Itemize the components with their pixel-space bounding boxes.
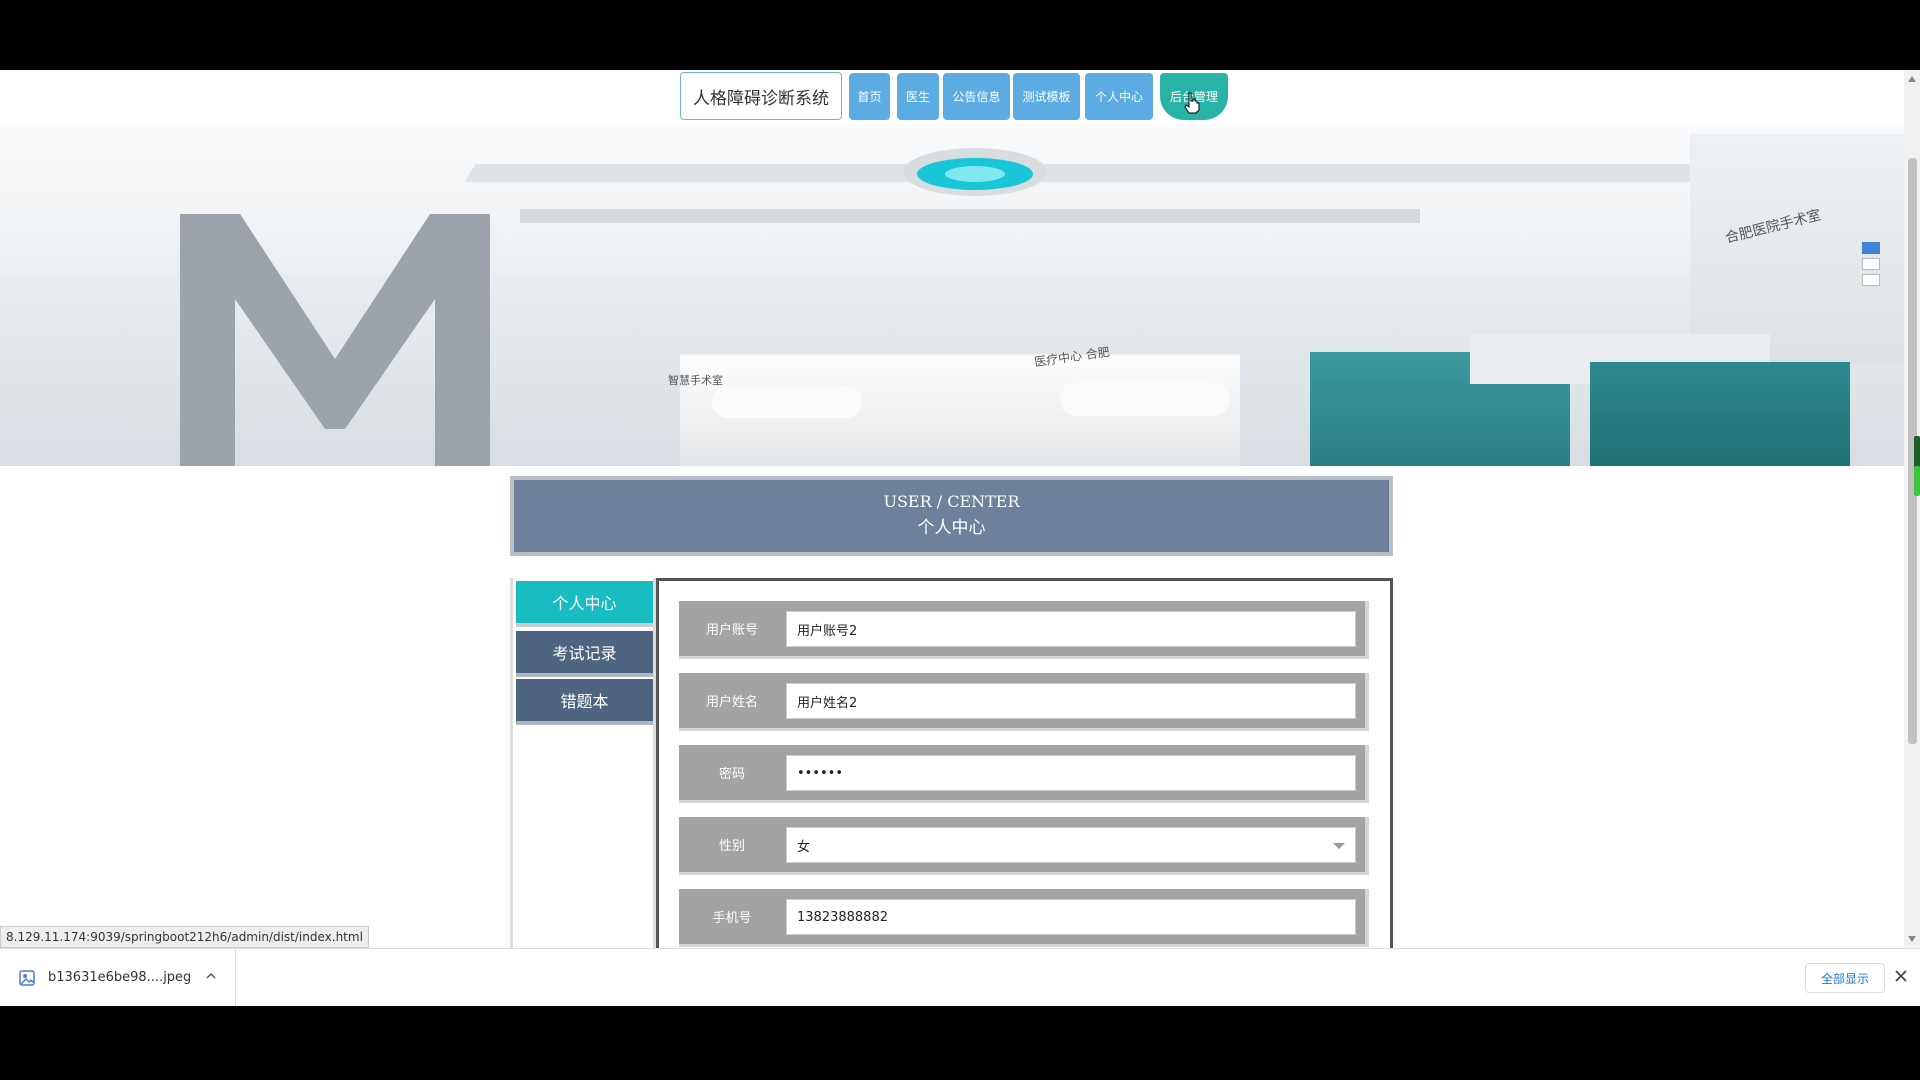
account-input[interactable]: 用户账号2 <box>786 611 1356 647</box>
password-label: 密码 <box>718 767 745 782</box>
form-row-account: 用户账号 用户账号2 <box>679 601 1369 659</box>
show-all-downloads-button[interactable]: 全部显示 <box>1805 963 1885 993</box>
close-icon[interactable] <box>1894 969 1908 983</box>
surgical-lamp-icon <box>903 148 1047 196</box>
nav-doctor[interactable]: 医生 <box>897 73 939 120</box>
side-menu: 个人中心 考试记录 错题本 <box>510 578 656 1006</box>
downloads-bar: b13631e6be98....jpeg 全部显示 <box>0 948 1920 1006</box>
gender-label: 性别 <box>718 839 745 854</box>
hero-cabinet <box>1590 362 1850 466</box>
user-center-header: USER / CENTER 个人中心 <box>510 476 1393 556</box>
hand-cursor-icon <box>1184 92 1200 114</box>
side-item-wrong-questions[interactable]: 错题本 <box>516 679 653 725</box>
scrollbar-marker-highlight <box>1914 466 1920 496</box>
vertical-scrollbar[interactable] <box>1904 70 1920 948</box>
form-row-password: 密码 •••••• <box>679 745 1369 803</box>
download-item[interactable]: b13631e6be98....jpeg <box>0 949 236 1006</box>
hero-pillow <box>1060 382 1230 416</box>
name-label: 用户姓名 <box>705 695 758 710</box>
download-file-name: b13631e6be98....jpeg <box>48 970 192 985</box>
carousel-indicators <box>1862 242 1880 292</box>
browser-page: 人格障碍诊断系统 首页 医生 公告信息 测试模板 个人中心 后台管理 合肥医院手… <box>0 70 1920 1006</box>
status-bar-url: 8.129.11.174:9039/springboot212h6/admin/… <box>0 926 369 948</box>
side-item-exam-records[interactable]: 考试记录 <box>516 631 653 677</box>
gender-select-value: 女 <box>797 839 811 855</box>
password-input[interactable]: •••••• <box>786 755 1356 791</box>
carousel-dot[interactable] <box>1862 258 1880 270</box>
phone-input[interactable]: 13823888882 <box>786 899 1356 935</box>
nav-test-templates[interactable]: 测试模板 <box>1013 73 1080 120</box>
profile-form: 用户账号 用户账号2 用户姓名 用户姓名2 密码 •••••• 性别 女 手机号… <box>656 578 1393 1006</box>
scroll-down-icon[interactable] <box>1908 936 1916 942</box>
top-nav: 人格障碍诊断系统 首页 医生 公告信息 测试模板 个人中心 后台管理 <box>0 70 1904 124</box>
name-input[interactable]: 用户姓名2 <box>786 683 1356 719</box>
chevron-up-icon[interactable] <box>206 971 216 981</box>
image-file-icon <box>19 969 35 986</box>
scroll-up-icon[interactable] <box>1908 76 1916 82</box>
side-item-personal-center[interactable]: 个人中心 <box>516 581 653 627</box>
gender-select[interactable]: 女 <box>786 827 1356 863</box>
nav-home[interactable]: 首页 <box>849 73 890 120</box>
chevron-down-icon <box>1333 843 1345 849</box>
phone-label: 手机号 <box>712 911 752 926</box>
hero-sign-left: 智慧手术室 <box>668 374 723 387</box>
form-row-gender: 性别 女 <box>679 817 1369 875</box>
user-center-title-en: USER / CENTER <box>883 492 1020 511</box>
carousel-dot[interactable] <box>1862 242 1880 254</box>
user-center-title-cn: 个人中心 <box>917 518 986 538</box>
form-row-name: 用户姓名 用户姓名2 <box>679 673 1369 731</box>
account-label: 用户账号 <box>705 623 758 638</box>
hero-ceiling-beam <box>520 209 1420 223</box>
carousel-dot[interactable] <box>1862 274 1880 286</box>
site-brand[interactable]: 人格障碍诊断系统 <box>680 72 842 120</box>
nav-personal-center[interactable]: 个人中心 <box>1085 73 1153 120</box>
form-row-phone: 手机号 13823888882 <box>679 889 1369 947</box>
hero-ceiling-beam <box>464 164 1776 182</box>
decorative-letter-m <box>180 214 490 466</box>
hero-banner: 合肥医院手术室 医疗中心 合肥 智慧手术室 <box>0 124 1904 466</box>
nav-announcements[interactable]: 公告信息 <box>943 73 1010 120</box>
hero-pillow <box>712 386 862 418</box>
